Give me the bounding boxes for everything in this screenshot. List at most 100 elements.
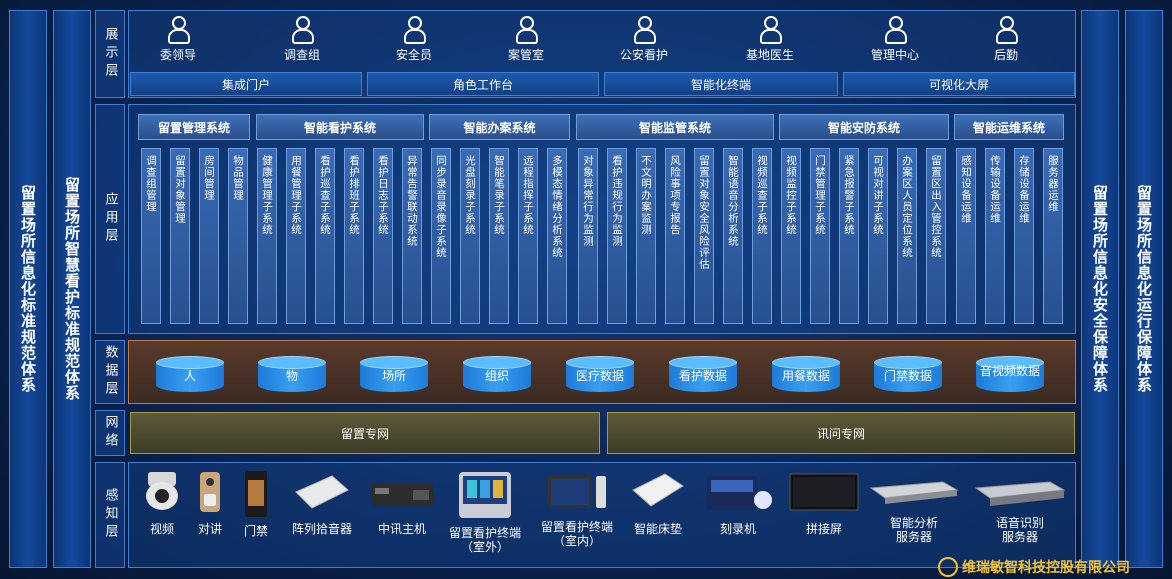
data-store[interactable]: 用餐数据 xyxy=(772,356,840,396)
role-item[interactable]: 基地医生 xyxy=(730,14,810,63)
entrance-big-screen[interactable]: 可视化大屏 xyxy=(843,72,1075,96)
user-icon xyxy=(515,14,538,44)
module-item[interactable]: 远程指挥子系统 xyxy=(518,148,538,324)
module-item[interactable]: 看护巡查子系统 xyxy=(315,148,335,324)
network-layer-label: 网络 xyxy=(95,410,125,456)
company-name: 维瑞敏智科技控股有限公司 xyxy=(962,559,1130,576)
data-store[interactable]: 物 xyxy=(258,356,326,396)
module-item[interactable]: 可视对讲子系统 xyxy=(868,148,888,324)
module-item[interactable]: 视频巡查子系统 xyxy=(752,148,772,324)
module-item[interactable]: 对象异常行为监测 xyxy=(578,148,598,324)
perception-layer-label: 感知层 xyxy=(95,462,125,568)
group-smart-security[interactable]: 智能安防系统 xyxy=(779,114,949,140)
entrance-terminal[interactable]: 智能化终端 xyxy=(604,72,838,96)
microphone-array-icon xyxy=(295,475,349,509)
device-item[interactable]: 对讲 xyxy=(192,470,228,536)
device-item[interactable]: 中讯主机 xyxy=(366,470,438,536)
device-label: 留置看护终端 （室内） xyxy=(540,520,613,548)
device-item[interactable]: 刻录机 xyxy=(700,470,776,536)
data-store[interactable]: 门禁数据 xyxy=(874,356,942,396)
module-item[interactable]: 视频监控子系统 xyxy=(781,148,801,324)
module-item[interactable]: 看护排班子系统 xyxy=(344,148,364,324)
role-label: 调查组 xyxy=(283,48,320,62)
device-item[interactable]: 留置看护终端 （室内） xyxy=(532,470,622,548)
role-item[interactable]: 委领导 xyxy=(138,14,218,63)
device-item[interactable]: 门禁 xyxy=(238,470,274,538)
network-detention[interactable]: 留置专网 xyxy=(130,412,600,454)
module-item[interactable]: 办案区人员定位系统 xyxy=(897,148,917,324)
network-interrogation[interactable]: 讯问专网 xyxy=(607,412,1075,454)
group-smart-guard[interactable]: 智能看护系统 xyxy=(256,114,424,140)
speech-server-icon xyxy=(974,481,1066,506)
module-item[interactable]: 门禁管理子系统 xyxy=(810,148,830,324)
data-store[interactable]: 组织 xyxy=(463,356,531,396)
user-icon xyxy=(995,14,1018,44)
device-label: 中讯主机 xyxy=(377,522,426,536)
company-logo: 维瑞敏智科技控股有限公司 xyxy=(938,554,1172,579)
module-item[interactable]: 留置对象管理 xyxy=(170,148,190,324)
role-label: 管理中心 xyxy=(870,48,919,62)
module-item[interactable]: 房间管理 xyxy=(199,148,219,324)
module-item[interactable]: 异常告警联动系统 xyxy=(402,148,422,324)
role-item[interactable]: 管理中心 xyxy=(855,14,935,63)
device-item[interactable]: 视频 xyxy=(138,470,186,536)
role-item[interactable]: 调查组 xyxy=(262,14,342,63)
device-label: 留置看护终端 （室外） xyxy=(448,526,521,554)
module-item[interactable]: 服务器运维 xyxy=(1043,148,1063,324)
role-item[interactable]: 公安看护 xyxy=(604,14,684,63)
module-item[interactable]: 调查组管理 xyxy=(141,148,161,324)
intercom-icon xyxy=(200,472,220,512)
module-item[interactable]: 传输设备运维 xyxy=(985,148,1005,324)
module-item[interactable]: 留置区出入管控系统 xyxy=(926,148,946,324)
architecture-diagram: 留置场所信息化标准规范体系 留置场所智慧看护标准规范体系 留置场所信息化安全保障… xyxy=(0,0,1172,579)
device-label: 刻录机 xyxy=(719,522,756,536)
entrance-workbench[interactable]: 角色工作台 xyxy=(367,72,599,96)
entrance-portal[interactable]: 集成门户 xyxy=(130,72,362,96)
group-smart-supervision[interactable]: 智能监管系统 xyxy=(576,114,774,140)
device-label: 智能床垫 xyxy=(633,522,682,536)
module-item[interactable]: 光盘刻录子系统 xyxy=(460,148,480,324)
group-smart-ops[interactable]: 智能运维系统 xyxy=(954,114,1064,140)
module-item[interactable]: 同步录音录像子系统 xyxy=(431,148,451,324)
device-item[interactable]: 智能分析 服务器 xyxy=(868,470,960,544)
analysis-server-icon xyxy=(869,481,959,504)
disc-burner-icon xyxy=(707,476,772,510)
group-smart-case[interactable]: 智能办案系统 xyxy=(429,114,570,140)
module-item[interactable]: 用餐管理子系统 xyxy=(286,148,306,324)
module-item[interactable]: 智能语音分析系统 xyxy=(723,148,743,324)
role-item[interactable]: 安全员 xyxy=(374,14,454,63)
group-detention-management[interactable]: 留置管理系统 xyxy=(138,114,250,140)
device-label: 拼接屏 xyxy=(805,522,842,536)
user-icon xyxy=(884,14,907,44)
device-item[interactable]: 智能床垫 xyxy=(626,470,690,536)
device-item[interactable]: 拼接屏 xyxy=(786,470,862,536)
module-item[interactable]: 多模态情绪分析系统 xyxy=(547,148,567,324)
module-item[interactable]: 紧急报警子系统 xyxy=(839,148,859,324)
role-item[interactable]: 后勤 xyxy=(966,14,1046,63)
data-store[interactable]: 音视频数据 xyxy=(976,356,1044,396)
module-item[interactable]: 感知设备运维 xyxy=(956,148,976,324)
module-item[interactable]: 健康管理子系统 xyxy=(257,148,277,324)
user-icon xyxy=(633,14,656,44)
user-icon xyxy=(403,14,426,44)
left-outer-bar: 留置场所信息化标准规范体系 xyxy=(9,10,47,568)
device-item[interactable]: 留置看护终端 （室外） xyxy=(442,470,528,554)
device-item[interactable]: 语音识别 服务器 xyxy=(972,470,1068,544)
user-icon xyxy=(759,14,782,44)
data-store[interactable]: 场所 xyxy=(360,356,428,396)
module-item[interactable]: 不文明办案监测 xyxy=(636,148,656,324)
module-item[interactable]: 看护日志子系统 xyxy=(373,148,393,324)
module-item[interactable]: 留置对象安全风险评估 xyxy=(694,148,714,324)
device-item[interactable]: 阵列拾音器 xyxy=(285,470,359,536)
module-item[interactable]: 看护违规行为监测 xyxy=(607,148,627,324)
role-item[interactable]: 案管室 xyxy=(486,14,566,63)
data-store[interactable]: 看护数据 xyxy=(669,356,737,396)
data-store[interactable]: 医疗数据 xyxy=(566,356,634,396)
module-item[interactable]: 风险事项专报告 xyxy=(665,148,685,324)
role-label: 基地医生 xyxy=(745,48,794,62)
module-item[interactable]: 智能笔录子系统 xyxy=(489,148,509,324)
data-store[interactable]: 人 xyxy=(156,356,224,396)
module-item[interactable]: 存储设备运维 xyxy=(1014,148,1034,324)
splicing-screen-icon xyxy=(789,473,859,511)
module-item[interactable]: 物品管理 xyxy=(228,148,248,324)
